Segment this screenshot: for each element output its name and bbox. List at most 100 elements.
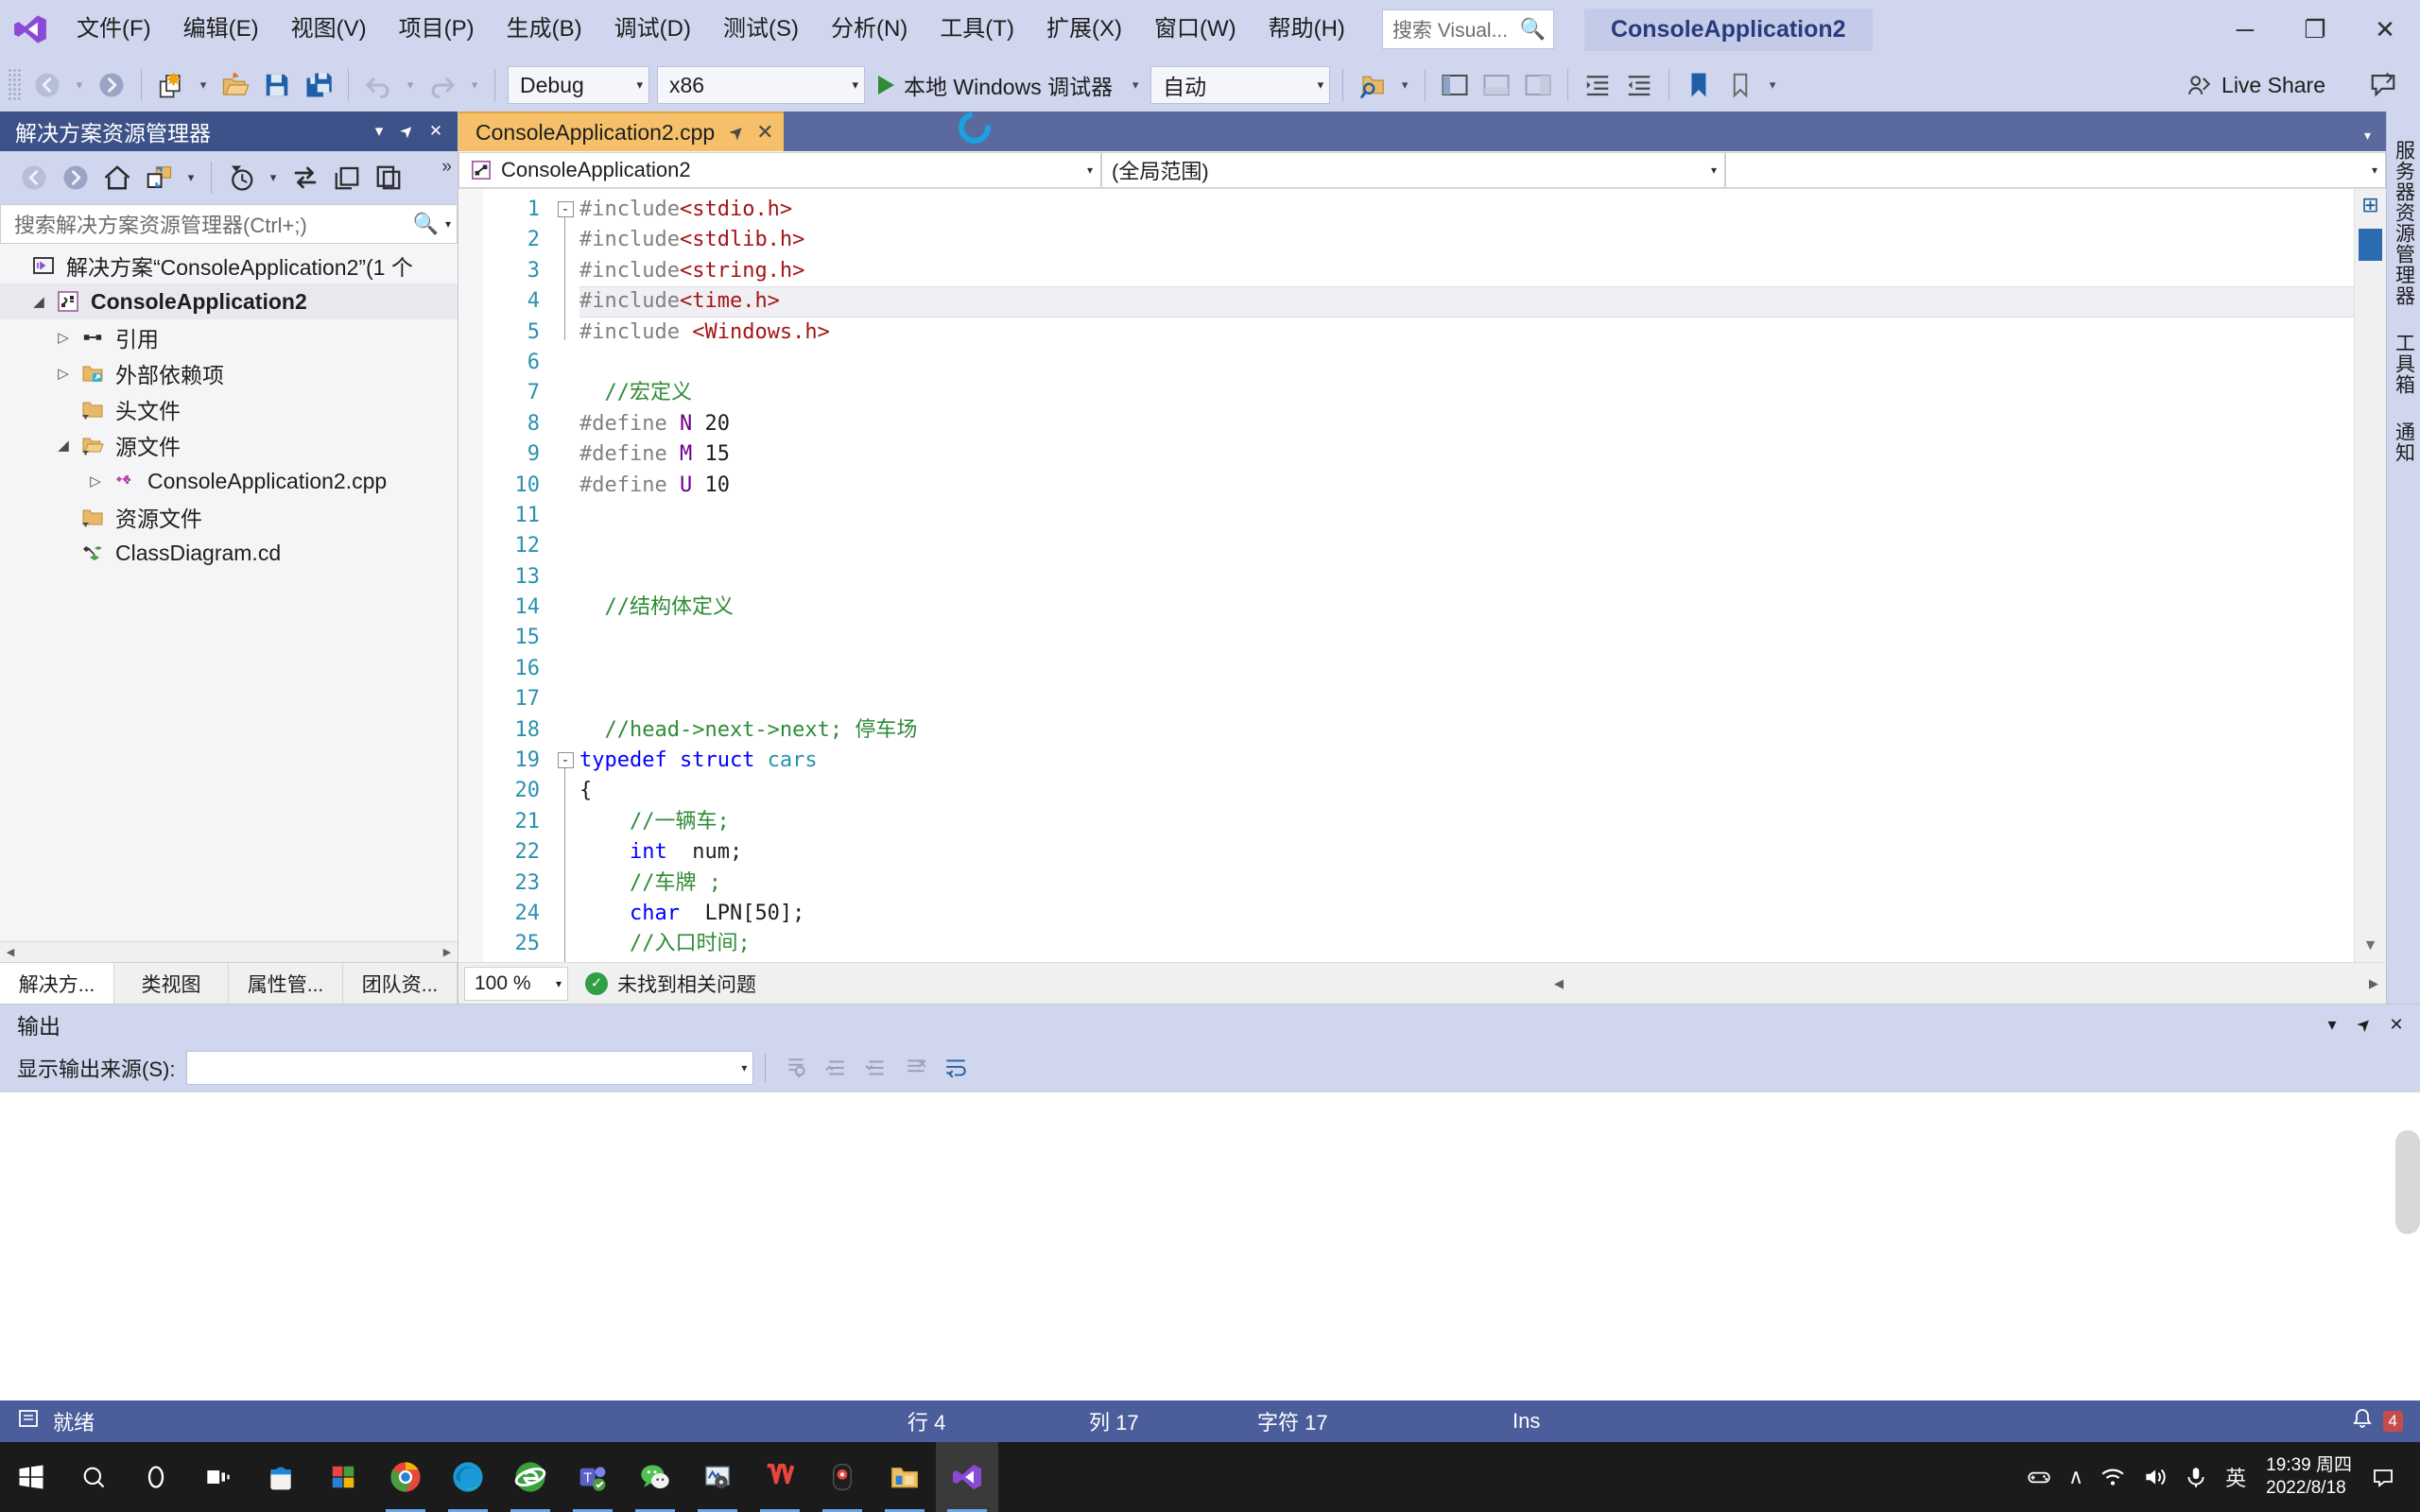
sync-with-active-document-icon[interactable]: [138, 157, 180, 198]
pin-icon[interactable]: ➤: [724, 119, 751, 146]
tree-expander[interactable]: ▷: [81, 472, 110, 490]
task-view-button[interactable]: [187, 1442, 250, 1512]
output-source-combo[interactable]: ▾: [186, 1051, 753, 1085]
close-icon[interactable]: ✕: [756, 120, 773, 145]
microsoft-teams[interactable]: T: [562, 1442, 624, 1512]
go-to-previous-icon[interactable]: [817, 1049, 856, 1087]
panel-icon[interactable]: [1434, 64, 1476, 106]
tree-item-header-files[interactable]: 头文件: [0, 391, 458, 427]
document-tab-consoleapplication2-cpp[interactable]: ConsoleApplication2.cpp ➤ ✕: [458, 112, 784, 151]
fold-marker[interactable]: -: [551, 746, 579, 776]
output-content[interactable]: [0, 1091, 2420, 1400]
google-chrome[interactable]: [374, 1442, 437, 1512]
gamepad-icon[interactable]: [2018, 1442, 2060, 1512]
scroll-down-icon[interactable]: ▼: [2355, 930, 2386, 962]
scroll-right-icon[interactable]: ▶: [437, 946, 458, 958]
dock-server-explorer[interactable]: 服务器资源管理器: [2390, 127, 2418, 319]
file-explorer[interactable]: [873, 1442, 936, 1512]
tree-item-resource-files[interactable]: 资源文件: [0, 499, 458, 535]
clock[interactable]: 19:39 周四 2022/8/18: [2255, 1454, 2363, 1500]
panel-right-icon[interactable]: [1517, 64, 1559, 106]
new-item-icon[interactable]: [150, 64, 192, 106]
show-all-files-icon[interactable]: [326, 157, 368, 198]
ime-indicator[interactable]: 英: [2217, 1442, 2255, 1512]
properties-icon[interactable]: [368, 157, 409, 198]
undo-dropdown-caret[interactable]: ▾: [399, 64, 422, 106]
refresh-icon[interactable]: [285, 157, 326, 198]
menu-help[interactable]: 帮助(H): [1253, 0, 1361, 59]
notification-count[interactable]: 4: [2383, 1411, 2403, 1432]
code-scroll-area[interactable]: 1234567891011121314151617181920212223242…: [458, 189, 2354, 962]
editor-vertical-scrollbar[interactable]: ⊞ ▼: [2354, 189, 2386, 962]
recorder-app[interactable]: [811, 1442, 873, 1512]
hscroll-right-icon[interactable]: ▶: [2361, 976, 2386, 991]
visual-studio[interactable]: [936, 1442, 998, 1512]
mic-icon[interactable]: [2175, 1442, 2217, 1512]
save-all-icon[interactable]: [298, 64, 339, 106]
home-icon[interactable]: [96, 157, 138, 198]
tree-expander[interactable]: ▷: [49, 365, 78, 382]
wps-office[interactable]: [749, 1442, 811, 1512]
bookmark-next-icon[interactable]: [1720, 64, 1761, 106]
tab-solution-explorer[interactable]: 解决方...: [0, 963, 114, 1004]
redo-dropdown-caret[interactable]: ▾: [463, 64, 486, 106]
bookmark-icon[interactable]: [1678, 64, 1720, 106]
menu-test[interactable]: 测试(S): [707, 0, 815, 59]
indent-decrease-icon[interactable]: [1577, 64, 1618, 106]
wechat[interactable]: [624, 1442, 686, 1512]
dock-toolbox[interactable]: 工具箱: [2390, 319, 2418, 408]
arrow-forward-icon[interactable]: [91, 64, 132, 106]
menu-file[interactable]: 文件(F): [60, 0, 167, 59]
search-folder-icon[interactable]: [1352, 64, 1393, 106]
tabstrip-dropdown-icon[interactable]: ▾: [2364, 128, 2371, 144]
navbar-member-combo[interactable]: ▾: [1725, 152, 2386, 188]
tree-item-project[interactable]: ◢ ConsoleApplication2: [0, 284, 458, 319]
tree-item-source-files[interactable]: ◢ 源文件: [0, 427, 458, 463]
menu-analyze[interactable]: 分析(N): [815, 0, 924, 59]
menu-build[interactable]: 生成(B): [491, 0, 598, 59]
indent-increase-icon[interactable]: [1618, 64, 1660, 106]
search-folder-dropdown-caret[interactable]: ▾: [1393, 64, 1416, 106]
feedback-icon[interactable]: [2369, 59, 2397, 112]
start-debugging-dropdown-caret[interactable]: ▾: [1124, 64, 1147, 106]
search-button[interactable]: [62, 1442, 125, 1512]
tree-item-class-diagram[interactable]: ClassDiagram.cd: [0, 535, 458, 571]
code-text-column[interactable]: #include<stdio.h>#include<stdlib.h>#incl…: [579, 189, 2354, 962]
panel-left-icon[interactable]: [1476, 64, 1517, 106]
open-folder-icon[interactable]: [215, 64, 256, 106]
scroll-split-icon[interactable]: ⊞: [2355, 189, 2386, 221]
wifi-icon[interactable]: [2092, 1442, 2134, 1512]
windows-app[interactable]: [312, 1442, 374, 1512]
microsoft-edge[interactable]: [437, 1442, 499, 1512]
clear-all-icon[interactable]: [896, 1049, 936, 1087]
back-dropdown-caret[interactable]: ▾: [68, 64, 91, 106]
start-button[interactable]: [0, 1442, 62, 1512]
tab-team-explorer[interactable]: 团队资...: [343, 963, 458, 1004]
zoom-level-combo[interactable]: 100 % ▾: [464, 967, 568, 1001]
show-hidden-icons-chevron[interactable]: ∧: [2060, 1442, 2092, 1512]
menu-view[interactable]: 视图(V): [275, 0, 383, 59]
scroll-thumb[interactable]: [2359, 229, 2382, 261]
sync-dropdown-caret[interactable]: ▾: [180, 157, 202, 198]
solution-platform-combo[interactable]: x86 ▾: [657, 66, 865, 104]
output-scrollbar[interactable]: [2395, 1130, 2420, 1234]
scroll-left-icon[interactable]: ◀: [0, 946, 21, 958]
pending-changes-filter-icon[interactable]: [220, 157, 262, 198]
save-icon[interactable]: [256, 64, 298, 106]
breakpoint-gutter[interactable]: [458, 189, 483, 962]
hscroll-left-icon[interactable]: ◀: [1547, 976, 1571, 991]
menu-debug[interactable]: 调试(D): [598, 0, 707, 59]
forward-icon[interactable]: [55, 157, 96, 198]
start-debugging-button[interactable]: 本地 Windows 调试器: [869, 64, 1124, 106]
toggle-word-wrap-icon[interactable]: [936, 1049, 976, 1087]
global-search-box[interactable]: 搜索 Visual... 🔍: [1382, 9, 1554, 49]
maximize-button[interactable]: ❐: [2280, 0, 2350, 59]
arrow-back-icon[interactable]: [26, 64, 68, 106]
new-item-dropdown-caret[interactable]: ▾: [192, 64, 215, 106]
menu-window[interactable]: 窗口(W): [1138, 0, 1253, 59]
show-desktop-button[interactable]: [2403, 1442, 2414, 1512]
solution-horizontal-scrollbar[interactable]: ◀ ▶: [0, 941, 458, 962]
minimize-button[interactable]: ─: [2210, 0, 2280, 59]
tab-property-manager[interactable]: 属性管...: [229, 963, 343, 1004]
menu-extensions[interactable]: 扩展(X): [1030, 0, 1138, 59]
